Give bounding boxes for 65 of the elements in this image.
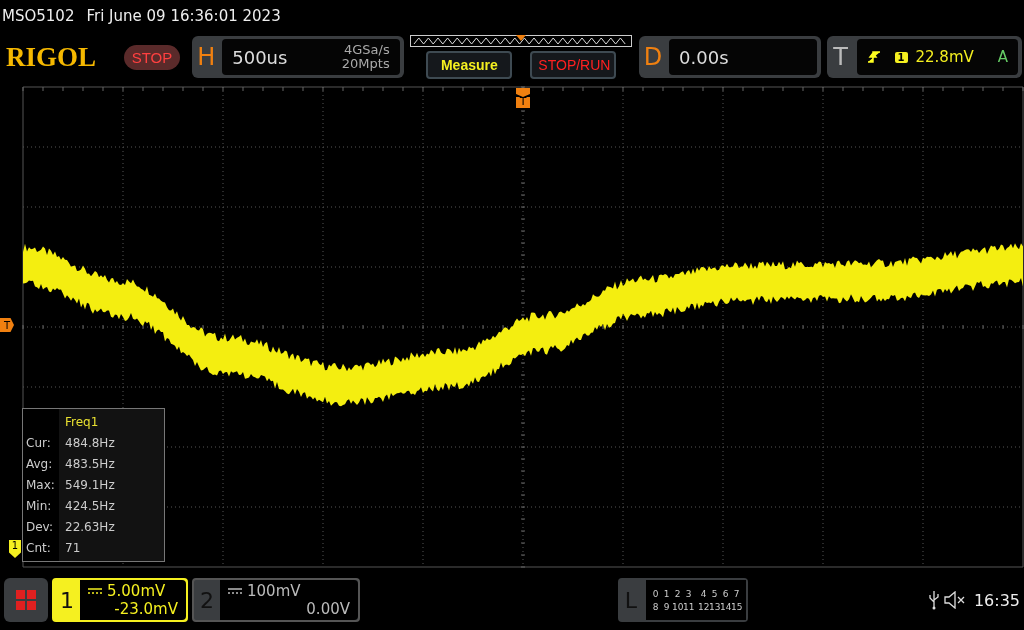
logic-channel-number: 2	[673, 588, 682, 599]
logic-channel-number: 1	[662, 588, 671, 599]
logic-channel-number: 6	[721, 588, 730, 599]
sample-rate: 4GSa/s	[343, 43, 390, 57]
channel-number: 1	[59, 586, 75, 615]
measurement-value: 483.5Hz	[64, 456, 115, 471]
logic-channel-number: 5	[710, 588, 719, 599]
channel-scale: 100mV	[247, 582, 301, 600]
menu-button[interactable]	[4, 578, 48, 622]
channel-offset: -23.0mV	[114, 600, 178, 618]
run-state-badge: STOP	[123, 44, 181, 70]
measurement-value: 71	[64, 540, 81, 555]
logic-channel-number: 8	[651, 601, 660, 612]
channel-offset: 0.00V	[306, 600, 350, 618]
trigger-label: T	[832, 42, 849, 73]
toolbar-button[interactable]: Measure	[426, 51, 513, 79]
logic-channel-number: 7	[732, 588, 741, 599]
model-name: MSO5102	[2, 7, 75, 25]
measurement-label: Avg:	[25, 455, 54, 473]
delay-label: D	[642, 42, 664, 73]
status-time: 16:35	[973, 590, 1020, 610]
trigger-source-badge: 1	[894, 51, 908, 63]
logic-channel-number: 14	[720, 601, 731, 612]
measurement-label: Min:	[25, 497, 53, 515]
date-time: Fri June 09 16:36:01 2023	[86, 7, 281, 25]
measurement-value: 484.8Hz	[64, 435, 115, 450]
logic-channel-number: 11	[683, 601, 694, 612]
trigger-level-marker[interactable]: T	[0, 318, 14, 332]
brand-logo: RIGOL	[6, 41, 98, 73]
dc-coupling-icon	[228, 588, 242, 594]
horizontal-label: H	[196, 42, 217, 73]
speaker-muted-icon	[943, 591, 966, 609]
logic-channel-number: 12	[698, 601, 709, 612]
logic-channel-number: 0	[651, 588, 660, 599]
dc-coupling-icon	[88, 588, 102, 594]
grid-icon	[15, 589, 37, 611]
logic-channel-number: 9	[662, 601, 671, 612]
memory-depth: 20Mpts	[341, 57, 390, 71]
trigger-position-marker[interactable]: T	[516, 88, 530, 108]
timebase-value: 500us	[232, 46, 288, 68]
delay-panel[interactable]: D 0.00s	[639, 36, 821, 78]
toolbar-button[interactable]: STOP/RUN	[530, 51, 617, 79]
trigger-panel[interactable]: T 1 22.8mV A	[826, 36, 1022, 78]
channel-scale: 5.00mV	[107, 582, 166, 600]
trigger-mode: A	[997, 48, 1008, 66]
measurement-label: Cnt:	[25, 539, 52, 557]
rising-edge-icon	[866, 50, 881, 64]
measurement-label: Cur:	[25, 434, 52, 452]
logic-channel-number: 13	[709, 601, 720, 612]
channel-panel[interactable]: 1 5.00mV -23.0mV	[52, 578, 188, 622]
trigger-level: 22.8mV	[915, 48, 974, 66]
measurement-value: 22.63Hz	[64, 519, 115, 534]
measurement-value: 549.1Hz	[64, 477, 115, 492]
channel-marker[interactable]: 1	[9, 540, 21, 558]
logic-channel-number: 15	[731, 601, 742, 612]
logic-channel-number: 3	[684, 588, 693, 599]
measurement-value: 424.5Hz	[64, 498, 115, 513]
measurement-label: Max:	[25, 476, 56, 494]
measurement-title: Freq1	[64, 414, 99, 429]
delay-value: 0.00s	[679, 46, 729, 68]
horizontal-panel[interactable]: H 500us 4GSa/s 20Mpts	[192, 36, 404, 78]
measurement-label: Dev:	[25, 518, 55, 536]
logic-channel-number: 4	[699, 588, 708, 599]
logic-channel-number: 10	[672, 601, 683, 612]
usb-icon	[927, 590, 940, 610]
